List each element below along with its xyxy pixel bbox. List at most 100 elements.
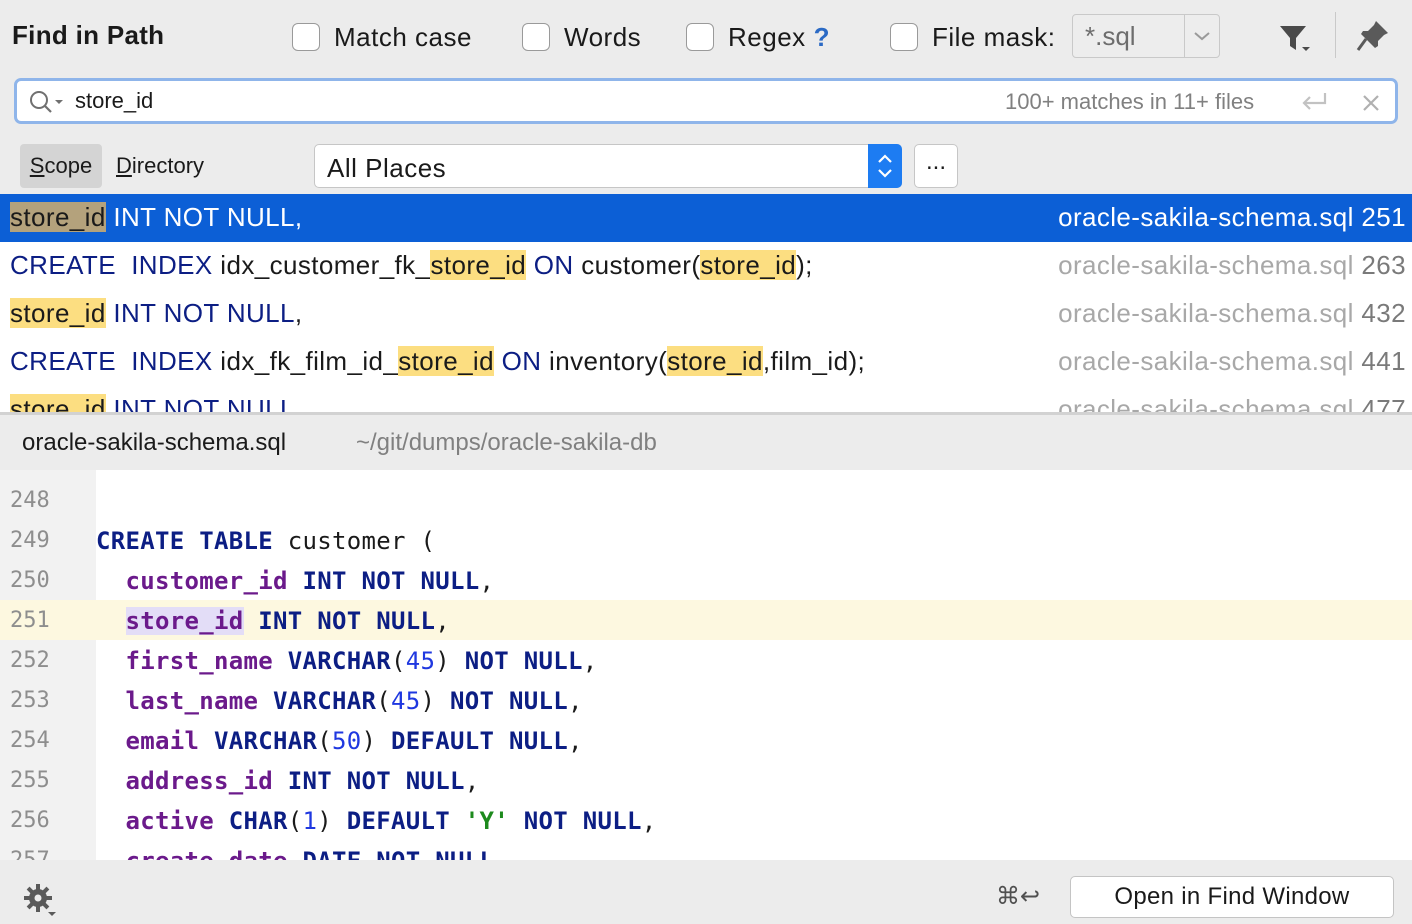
dialog-footer: ⌘↩ Open in Find Window — [0, 860, 1412, 924]
line-number: 257 — [0, 840, 96, 860]
match-highlight: store_id — [430, 250, 527, 280]
code-text: CREATE TABLE customer ( — [96, 527, 436, 555]
file-mask-label: File mask: — [932, 21, 1056, 52]
preview-file-name: oracle-sakila-schema.sql — [22, 429, 287, 456]
filter-icon[interactable] — [1276, 20, 1316, 56]
match-highlight: store_id — [700, 250, 797, 280]
chevron-down-icon[interactable] — [1185, 15, 1219, 57]
result-code-text: ,film_id); — [762, 346, 866, 376]
dialog-header: Find in Path Match case Words Regex ? Fi… — [0, 0, 1412, 74]
result-code: store_id INT NOT NULL, — [10, 394, 303, 412]
file-mask-value[interactable]: *.sql — [1073, 15, 1185, 57]
code-line: 254 email VARCHAR(50) DEFAULT NULL, — [0, 720, 1412, 760]
words-label: Words — [564, 21, 642, 52]
result-line-number: 263 — [1361, 250, 1406, 280]
result-code-text: ON customer( — [533, 250, 701, 280]
match-highlight: store_id — [667, 346, 763, 376]
line-number: 251 — [0, 600, 96, 640]
match-count: 100+ matches in 11+ files — [1005, 89, 1255, 114]
words-checkbox[interactable] — [522, 23, 550, 51]
result-row[interactable]: store_id INT NOT NULL, oracle-sakila-sche… — [0, 386, 1412, 412]
file-mask-checkbox[interactable] — [890, 23, 918, 51]
code-text: address_id INT NOT NULL, — [125, 767, 480, 795]
gear-icon[interactable] — [22, 882, 58, 918]
toolbar-separator — [1335, 12, 1336, 58]
updown-arrows-icon[interactable] — [868, 144, 902, 188]
code-line: 257 create_date DATE NOT NULL — [0, 840, 1412, 860]
result-code: CREATE INDEX idx_customer_fk_store_id ON… — [10, 250, 813, 281]
tab-directory[interactable]: Directory — [116, 144, 204, 188]
file-mask-option[interactable]: File mask: — [890, 18, 1055, 56]
result-location: oracle-sakila-schema.sql 441 — [1058, 346, 1406, 377]
search-icon[interactable] — [27, 88, 67, 116]
scope-select[interactable]: All Places — [314, 144, 902, 188]
result-line-number: 477 — [1361, 394, 1406, 412]
result-code-text: ); — [796, 250, 813, 280]
code-text: create_date DATE NOT NULL — [96, 847, 494, 860]
result-row[interactable]: store_id INT NOT NULL, oracle-sakila-sche… — [0, 194, 1412, 242]
code-text: store_id INT NOT NULL, — [125, 607, 450, 635]
regex-option[interactable]: Regex ? — [686, 18, 830, 56]
result-code: store_id INT NOT NULL, — [10, 298, 303, 329]
result-location: oracle-sakila-schema.sql 477 — [1058, 394, 1406, 412]
code-line: 250 customer_id INT NOT NULL, — [0, 560, 1412, 600]
result-file-name: oracle-sakila-schema.sql — [1058, 394, 1354, 412]
code-line: 249 CREATE TABLE customer ( — [0, 520, 1412, 560]
open-shortcut-hint: ⌘↩ — [996, 882, 1041, 910]
code-line: 248 — [0, 480, 1412, 520]
match-highlight: store_id — [10, 298, 106, 328]
match-highlight: store_id — [10, 202, 106, 232]
line-number: 249 — [10, 528, 50, 553]
code-line: 251 store_id INT NOT NULL, — [0, 600, 1412, 640]
result-code: store_id INT NOT NULL, — [10, 202, 303, 233]
code-preview[interactable]: 248 249 CREATE TABLE customer ( 250 custome… — [0, 470, 1412, 860]
match-case-option[interactable]: Match case — [292, 18, 472, 56]
preview-file-path: ~/git/dumps/oracle-sakila-db — [356, 429, 657, 456]
pin-icon[interactable] — [1354, 18, 1394, 54]
match-case-label: Match case — [334, 21, 472, 52]
code-text: email VARCHAR(50) DEFAULT NULL, — [125, 727, 583, 755]
code-line: 255 address_id INT NOT NULL, — [0, 760, 1412, 800]
line-number: 255 — [10, 768, 50, 793]
code-line: 253 last_name VARCHAR(45) NOT NULL, — [0, 680, 1412, 720]
regex-checkbox[interactable] — [686, 23, 714, 51]
result-row[interactable]: CREATE INDEX idx_fk_film_id_store_id ON … — [0, 338, 1412, 386]
close-icon[interactable] — [1357, 89, 1385, 117]
regex-help-link[interactable]: ? — [814, 22, 830, 53]
result-row[interactable]: store_id INT NOT NULL, oracle-sakila-sche… — [0, 290, 1412, 338]
result-code-text: INT NOT NULL, — [113, 298, 303, 328]
result-code-text: INT NOT NULL, — [113, 202, 303, 232]
result-line-number: 251 — [1361, 202, 1406, 232]
words-option[interactable]: Words — [522, 18, 641, 56]
search-input[interactable] — [75, 85, 975, 117]
browse-scope-button[interactable]: ... — [914, 144, 958, 188]
tab-scope[interactable]: Scope — [20, 144, 102, 188]
code-text: last_name VARCHAR(45) NOT NULL, — [125, 687, 583, 715]
search-field[interactable]: 100+ matches in 11+ files — [14, 78, 1398, 124]
file-mask-combo[interactable]: *.sql — [1072, 14, 1220, 58]
match-highlight: store_id — [10, 394, 106, 412]
match-case-checkbox[interactable] — [292, 23, 320, 51]
result-location: oracle-sakila-schema.sql 432 — [1058, 298, 1406, 329]
line-number: 256 — [10, 808, 50, 833]
result-code-text: CREATE INDEX idx_fk_film_id_ — [10, 346, 399, 376]
open-in-find-window-button[interactable]: Open in Find Window — [1070, 876, 1394, 918]
line-number: 252 — [10, 648, 50, 673]
code-line: 256 active CHAR(1) DEFAULT 'Y' NOT NULL, — [0, 800, 1412, 840]
result-file-name: oracle-sakila-schema.sql — [1058, 250, 1354, 280]
result-file-name: oracle-sakila-schema.sql — [1058, 298, 1354, 328]
result-code-text: ON inventory( — [501, 346, 668, 376]
result-line-number: 432 — [1361, 298, 1406, 328]
result-row[interactable]: CREATE INDEX idx_customer_fk_store_id ON… — [0, 242, 1412, 290]
result-file-name: oracle-sakila-schema.sql — [1058, 202, 1354, 232]
scope-select-value: All Places — [327, 153, 447, 183]
result-code-text: INT NOT NULL, — [113, 394, 303, 412]
match-highlight: store_id — [398, 346, 494, 376]
results-list[interactable]: store_id INT NOT NULL, oracle-sakila-sche… — [0, 194, 1412, 412]
regex-label: Regex — [728, 21, 806, 52]
code-line: 252 first_name VARCHAR(45) NOT NULL, — [0, 640, 1412, 680]
line-number: 250 — [10, 568, 50, 593]
result-line-number: 441 — [1361, 346, 1406, 376]
code-text: customer_id INT NOT NULL, — [125, 567, 495, 595]
new-line-icon[interactable] — [1297, 89, 1331, 117]
